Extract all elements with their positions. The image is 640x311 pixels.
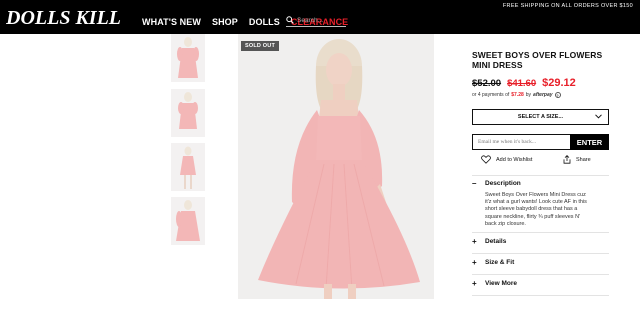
shipping-banner: FREE SHIPPING ON ALL ORDERS OVER $150: [502, 3, 633, 9]
search-bar[interactable]: [286, 14, 346, 27]
model-illustration: [238, 34, 434, 299]
divider: [472, 274, 609, 275]
price-previous: $41.60: [507, 78, 537, 89]
accordion-details[interactable]: + Details: [472, 236, 609, 246]
nav-dolls[interactable]: DOLLS: [249, 17, 280, 27]
product-image[interactable]: SOLD OUT: [238, 34, 434, 299]
dolls-kill-logo[interactable]: DOLLS KILL: [6, 6, 130, 28]
notify-form: ENTER: [472, 134, 609, 150]
product-actions: Add to Wishlist Share: [481, 155, 609, 169]
notify-enter-button[interactable]: ENTER: [570, 134, 609, 150]
accordion-size-fit[interactable]: + Size & Fit: [472, 257, 609, 267]
afterpay-amount: $7.28: [511, 92, 524, 98]
notify-email-input[interactable]: [472, 134, 570, 150]
size-select[interactable]: SELECT A SIZE...: [472, 109, 609, 125]
nav-shop[interactable]: SHOP: [212, 17, 238, 27]
add-to-wishlist-button[interactable]: Add to Wishlist: [481, 155, 532, 164]
divider: [472, 175, 609, 176]
accordion-description[interactable]: – Description: [472, 178, 609, 188]
thumbnail-2[interactable]: [171, 89, 205, 137]
afterpay-line: or 4 payments of $7.28 by afterpay ?: [472, 92, 610, 98]
description-heading: Description: [485, 180, 521, 187]
size-select-label: SELECT A SIZE...: [517, 114, 564, 120]
plus-icon: +: [472, 236, 477, 246]
afterpay-logo[interactable]: afterpay: [533, 92, 552, 98]
divider: [472, 295, 609, 296]
sold-out-badge: SOLD OUT: [241, 41, 280, 51]
price-row: $52.00 $41.60 $29.12: [472, 77, 610, 89]
view-more-heading: View More: [485, 280, 518, 287]
minus-icon: –: [472, 178, 477, 188]
price-original: $52.00: [472, 78, 502, 89]
search-input[interactable]: [297, 16, 345, 24]
description-text: Sweet Boys Over Flowers Mini Dress cuz i…: [485, 192, 587, 227]
size-fit-heading: Size & Fit: [485, 259, 515, 266]
divider: [472, 232, 609, 233]
wishlist-label: Add to Wishlist: [496, 156, 533, 163]
afterpay-by: by: [525, 92, 532, 98]
heart-icon: [481, 155, 491, 164]
share-label: Share: [576, 156, 591, 163]
plus-icon: +: [472, 278, 477, 288]
site-header: DOLLS KILL WHAT'S NEW SHOP DOLLS CLEARAN…: [0, 0, 640, 34]
divider: [472, 253, 609, 254]
thumbnail-4[interactable]: [171, 197, 205, 245]
share-button[interactable]: Share: [563, 155, 591, 164]
info-icon[interactable]: ?: [554, 92, 561, 98]
chevron-down-icon: [595, 114, 602, 119]
thumbnail-3[interactable]: [171, 143, 205, 191]
nav-whats-new[interactable]: WHAT'S NEW: [142, 17, 201, 27]
logo-text: DOLLS KILL: [6, 7, 121, 28]
price-sale: $29.12: [542, 77, 576, 89]
details-heading: Details: [485, 238, 507, 245]
afterpay-prefix: or 4 payments of: [472, 92, 510, 98]
share-icon: [563, 155, 571, 164]
product-title: SWEET BOYS OVER FLOWERS MINI DRESS: [472, 50, 603, 70]
plus-icon: +: [472, 257, 477, 267]
accordion-view-more[interactable]: + View More: [472, 278, 609, 288]
thumbnail-1[interactable]: [171, 34, 205, 82]
search-icon[interactable]: [286, 16, 294, 24]
product-info: SWEET BOYS OVER FLOWERS MINI DRESS $52.0…: [472, 50, 610, 98]
